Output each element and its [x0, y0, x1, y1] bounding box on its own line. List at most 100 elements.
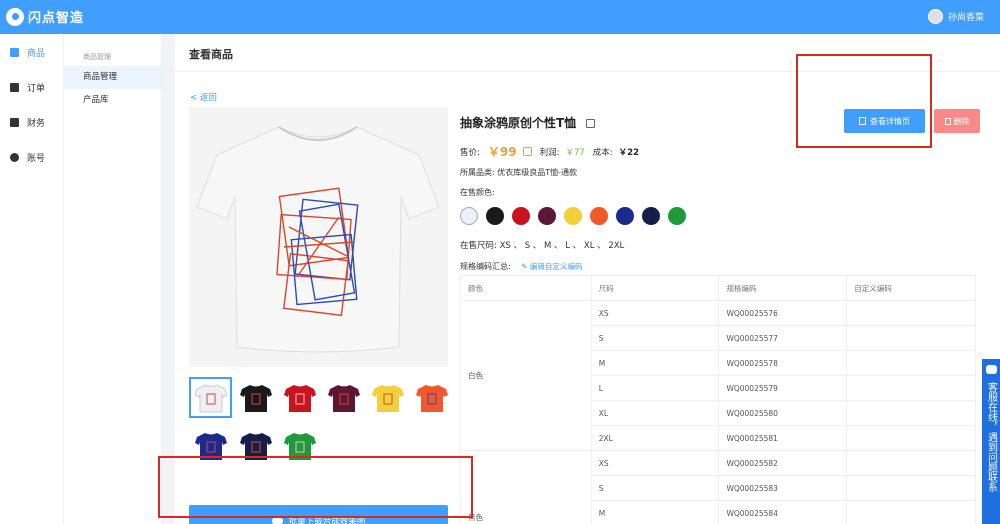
- sidebar-item-label: 商品: [27, 49, 46, 59]
- subnav-item-product-library[interactable]: 产品库: [64, 89, 161, 112]
- user-menu[interactable]: 孙尚香菜: [927, 9, 984, 24]
- code-cell: WQ00025582: [718, 450, 848, 476]
- subnav-title: 商品管理: [83, 53, 111, 61]
- list-icon: [10, 83, 19, 92]
- size-cell: XS: [590, 300, 720, 326]
- edit-custom-codes-link[interactable]: ✎ 编辑自定义编码: [521, 262, 582, 271]
- color-cell: 白色: [460, 300, 592, 451]
- color-swatch[interactable]: [538, 207, 556, 225]
- code-cell: WQ00025579: [718, 375, 848, 401]
- annotation-box: [796, 54, 932, 148]
- chat-icon: [985, 365, 997, 374]
- annotation-box: [158, 456, 473, 518]
- price-value: ￥99: [487, 145, 517, 159]
- spec-codes-summary: 规格编码汇总: ✎ 编辑自定义编码: [460, 261, 582, 272]
- size-cell: L: [590, 375, 720, 401]
- sidebar-item-label: 订单: [27, 84, 46, 94]
- code-cell: WQ00025584: [718, 500, 848, 524]
- logo-text: 闪点智造: [28, 11, 85, 26]
- edit-icon[interactable]: [586, 119, 596, 128]
- color-swatch[interactable]: [564, 207, 582, 225]
- product-category: 所属品类: 优衣库级良品T恤-通款: [460, 168, 578, 177]
- color-swatch[interactable]: [486, 207, 504, 225]
- customer-service-tab[interactable]: 客服在线，遇到问题联系: [982, 359, 1000, 524]
- code-cell: WQ00025576: [718, 300, 848, 326]
- thumbnail-orange[interactable]: [410, 377, 453, 418]
- profit-label: 利润:: [539, 147, 560, 158]
- tshirt-image: [196, 126, 440, 353]
- sidebar-item-products[interactable]: 商品: [0, 35, 63, 70]
- delete-button[interactable]: 删除: [934, 109, 980, 133]
- delete-label: 删除: [953, 116, 970, 126]
- back-link[interactable]: < 返回: [190, 91, 217, 103]
- sidebar-item-orders[interactable]: 订单: [0, 70, 63, 105]
- spec-codes-label: 规格编码汇总:: [460, 262, 511, 271]
- color-cell: 黑色: [460, 450, 592, 524]
- profit-value: ￥77: [565, 147, 585, 158]
- cost-label: 成本:: [592, 147, 613, 158]
- custom-code-cell: [846, 350, 976, 376]
- color-swatch[interactable]: [512, 207, 530, 225]
- code-cell: WQ00025583: [718, 475, 848, 501]
- custom-code-cell: [846, 325, 976, 351]
- custom-code-cell: [846, 300, 976, 326]
- shield-icon: [10, 118, 19, 127]
- code-cell: WQ00025577: [718, 325, 848, 351]
- custom-code-cell: [846, 425, 976, 451]
- thumbnail-maroon[interactable]: [322, 377, 365, 418]
- color-swatch[interactable]: [668, 207, 686, 225]
- edit-custom-codes-label: 编辑自定义编码: [529, 262, 583, 271]
- color-swatch[interactable]: [590, 207, 608, 225]
- sub-navigation: 商品管理 商品管理 产品库: [64, 34, 162, 524]
- product-title-text: 抽象涂鸦原创个性T恤: [460, 116, 577, 130]
- column-header: 规格编码: [718, 275, 848, 301]
- sidebar-item-label: 账号: [27, 154, 46, 164]
- size-cell: 2XL: [590, 425, 720, 451]
- custom-code-cell: [846, 475, 976, 501]
- color-swatch[interactable]: [616, 207, 634, 225]
- bag-icon: [10, 48, 19, 57]
- code-cell: WQ00025578: [718, 350, 848, 376]
- code-cell: WQ00025581: [718, 425, 848, 451]
- size-cell: XS: [590, 450, 720, 476]
- sidebar: 商品 订单 财务 账号: [0, 34, 64, 524]
- sidebar-item-label: 财务: [27, 119, 46, 129]
- available-sizes: 在售尺码: XS 、 S 、 M 、 L 、 XL 、 2XL: [460, 241, 625, 251]
- colors-label: 在售颜色:: [460, 188, 495, 197]
- custom-code-cell: [846, 500, 976, 524]
- thumbnail-white[interactable]: [189, 377, 232, 418]
- spec-codes-table: 颜色 尺码 规格编码 自定义编码 白色 XS WQ00025576 S WQ00…: [460, 275, 976, 524]
- size-cell: M: [590, 500, 720, 524]
- column-header: 尺码: [590, 275, 720, 301]
- subnav-item-product-management[interactable]: 商品管理: [64, 66, 161, 89]
- sidebar-item-finance[interactable]: 财务: [0, 105, 63, 140]
- table-row: 白色 XS WQ00025576: [460, 300, 976, 451]
- avatar: [927, 9, 943, 24]
- size-cell: XL: [590, 400, 720, 426]
- color-swatch[interactable]: [642, 207, 660, 225]
- custom-code-cell: [846, 375, 976, 401]
- column-header: 自定义编码: [846, 275, 976, 301]
- size-cell: M: [590, 350, 720, 376]
- cloud-download-icon: [271, 517, 283, 524]
- logo[interactable]: 闪点智造: [6, 7, 84, 26]
- thumbnail-red[interactable]: [278, 377, 321, 418]
- cost-value: ￥22: [618, 147, 639, 158]
- price-label: 售价:: [460, 147, 480, 158]
- color-swatch[interactable]: [460, 207, 478, 225]
- table-row: 黑色 XS WQ00025582: [460, 450, 976, 524]
- custom-code-cell: [846, 450, 976, 476]
- custom-code-cell: [846, 400, 976, 426]
- table-header-row: 颜色 尺码 规格编码 自定义编码: [460, 275, 976, 301]
- sidebar-item-account[interactable]: 账号: [0, 140, 63, 175]
- size-cell: S: [590, 475, 720, 501]
- thumbnail-yellow[interactable]: [366, 377, 409, 418]
- edit-price-icon[interactable]: [522, 147, 532, 156]
- size-cell: S: [590, 325, 720, 351]
- user-name: 孙尚香菜: [947, 13, 984, 23]
- thumbnail-black[interactable]: [234, 377, 277, 418]
- top-bar: 闪点智造 孙尚香菜: [0, 0, 1000, 34]
- code-cell: WQ00025580: [718, 400, 848, 426]
- product-title: 抽象涂鸦原创个性T恤: [460, 114, 596, 131]
- product-image: [189, 107, 448, 367]
